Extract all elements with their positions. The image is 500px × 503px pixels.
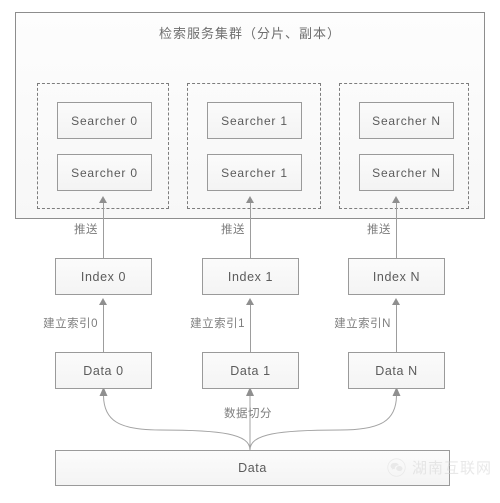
shard-group-n: Searcher N Searcher N <box>339 83 469 209</box>
searcher-primary-1: Searcher 1 <box>207 102 302 139</box>
push-line-1 <box>250 203 251 258</box>
push-label-1: 推送 <box>221 224 245 236</box>
build-index-line-0 <box>103 305 104 352</box>
data-box-0: Data 0 <box>55 352 152 389</box>
cluster-title: 检索服务集群（分片、副本） <box>158 26 341 41</box>
push-label-n: 推送 <box>367 224 391 236</box>
build-index-label-n: 建立索引N <box>334 318 391 330</box>
push-line-0 <box>103 203 104 258</box>
build-index-arrowhead-0 <box>99 298 107 305</box>
index-box-n: Index N <box>348 258 445 295</box>
shard-group-1: Searcher 1 Searcher 1 <box>187 83 321 209</box>
searcher-primary-0: Searcher 0 <box>57 102 152 139</box>
build-index-arrowhead-1 <box>246 298 254 305</box>
watermark: 湖南互联网 <box>387 457 492 478</box>
split-label: 数据切分 <box>224 408 272 420</box>
data-box-1: Data 1 <box>202 352 299 389</box>
searcher-primary-n: Searcher N <box>359 102 454 139</box>
watermark-text: 湖南互联网 <box>411 460 492 477</box>
wechat-icon <box>387 458 406 477</box>
build-index-line-1 <box>250 305 251 352</box>
push-label-0: 推送 <box>74 224 98 236</box>
retrieval-service-cluster: 检索服务集群（分片、副本） Searcher 0 Searcher 0 Sear… <box>15 12 485 219</box>
build-index-label-1: 建立索引1 <box>190 318 245 330</box>
build-index-arrowhead-n <box>392 298 400 305</box>
searcher-replica-n: Searcher N <box>359 154 454 191</box>
index-box-1: Index 1 <box>202 258 299 295</box>
searcher-replica-0: Searcher 0 <box>57 154 152 191</box>
push-arrowhead-0 <box>99 196 107 203</box>
data-box-n: Data N <box>348 352 445 389</box>
build-index-line-n <box>396 305 397 352</box>
push-arrowhead-n <box>392 196 400 203</box>
push-arrowhead-1 <box>246 196 254 203</box>
build-index-label-0: 建立索引0 <box>43 318 98 330</box>
diagram-canvas: 检索服务集群（分片、副本） Searcher 0 Searcher 0 Sear… <box>0 0 500 503</box>
searcher-replica-1: Searcher 1 <box>207 154 302 191</box>
shard-group-0: Searcher 0 Searcher 0 <box>37 83 169 209</box>
index-box-0: Index 0 <box>55 258 152 295</box>
push-line-n <box>396 203 397 258</box>
